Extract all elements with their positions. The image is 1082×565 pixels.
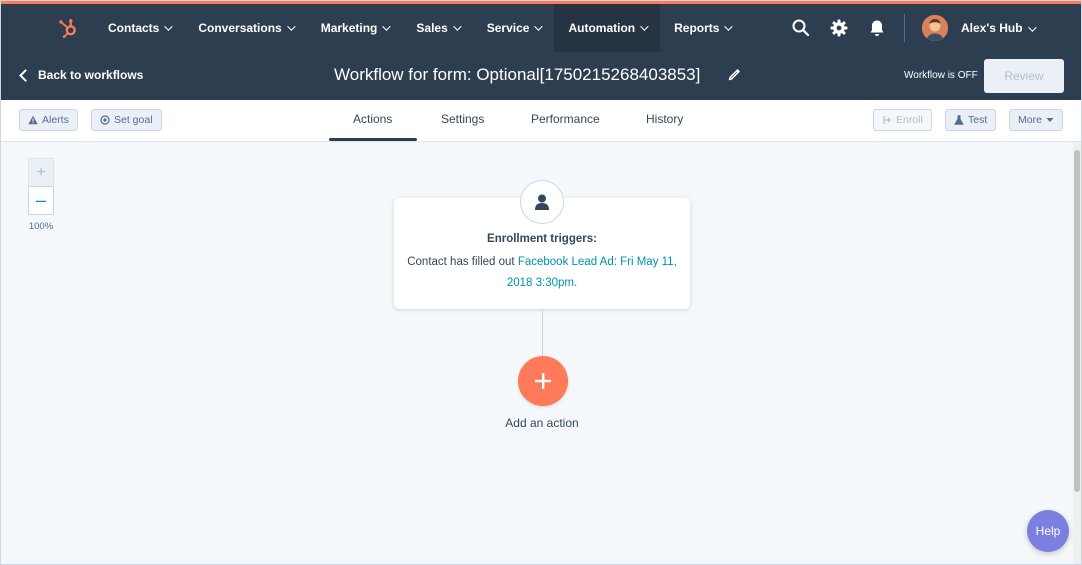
trigger-form-link[interactable]: Facebook Lead Ad: Fri May 11, 2018 3:30p…: [507, 256, 677, 289]
chevron-left-icon: [19, 68, 32, 82]
scrollbar-thumb[interactable]: [1074, 150, 1080, 492]
set-goal-button[interactable]: Set goal: [91, 109, 162, 131]
back-label: Back to workflows: [38, 68, 144, 82]
nav-reports-label: Reports: [674, 21, 720, 35]
sprocket-logo-icon[interactable]: [57, 17, 79, 39]
zoom-out-button[interactable]: –: [28, 186, 54, 215]
tab-settings[interactable]: Settings: [441, 112, 484, 126]
person-icon: [535, 194, 549, 210]
nav-service-label: Service: [486, 21, 530, 35]
tab-actions[interactable]: Actions: [353, 112, 392, 126]
nav-automation[interactable]: Automation: [554, 4, 661, 52]
nav-sales[interactable]: Sales: [402, 4, 472, 52]
trigger-description: Contact has filled out Facebook Lead Ad:…: [404, 252, 680, 294]
nav-reports[interactable]: Reports: [660, 4, 744, 52]
plus-icon: [535, 373, 551, 389]
nav-marketing[interactable]: Marketing: [307, 4, 403, 52]
contact-trigger-badge: [520, 180, 564, 224]
tab-history[interactable]: History: [646, 112, 683, 126]
trigger-title: Enrollment triggers:: [487, 233, 597, 245]
workflow-connector: [542, 309, 543, 357]
main-nav: Contacts Conversations Marketing Sales S…: [94, 4, 744, 52]
test-label: Test: [968, 114, 988, 126]
warning-icon: [28, 115, 38, 125]
nav-conversations-label: Conversations: [198, 21, 282, 35]
workflow-header: Back to workflows Workflow for form: Opt…: [1, 52, 1081, 100]
nav-marketing-label: Marketing: [320, 21, 378, 35]
active-tab-indicator: [329, 138, 417, 141]
review-button[interactable]: Review: [984, 59, 1064, 93]
nav-contacts[interactable]: Contacts: [94, 4, 184, 52]
vertical-scrollbar[interactable]: [1073, 142, 1081, 564]
tab-performance[interactable]: Performance: [531, 112, 600, 126]
workflow-canvas[interactable]: + – 100% Enrollment triggers: Contact ha…: [1, 142, 1073, 564]
avatar-face-icon: [922, 15, 948, 41]
enroll-button[interactable]: Enroll: [873, 109, 932, 131]
enroll-label: Enroll: [896, 114, 923, 126]
account-menu[interactable]: Alex's Hub: [961, 21, 1037, 35]
nav-divider: [904, 14, 905, 42]
chevron-down-icon: [534, 22, 544, 31]
back-to-workflows-link[interactable]: Back to workflows: [19, 68, 144, 82]
help-button[interactable]: Help: [1027, 510, 1069, 552]
zoom-level: 100%: [28, 221, 54, 232]
chevron-down-icon: [286, 22, 296, 31]
chevron-down-icon: [452, 22, 462, 31]
bell-icon[interactable]: [867, 18, 887, 38]
add-action-label[interactable]: Add an action: [481, 416, 603, 430]
workflow-status: Workflow is OFF: [904, 70, 978, 81]
search-icon[interactable]: [791, 18, 811, 38]
nav-conversations[interactable]: Conversations: [184, 4, 306, 52]
account-name: Alex's Hub: [961, 21, 1023, 35]
trigger-prefix: Contact has filled out: [407, 256, 518, 268]
chevron-down-icon: [640, 22, 649, 31]
workflow-title[interactable]: Workflow for form: Optional[175021526840…: [334, 65, 700, 85]
chevron-down-icon: [382, 22, 392, 31]
nav-automation-label: Automation: [568, 21, 636, 35]
workflow-toolbar: Alerts Set goal Actions Settings Perform…: [1, 100, 1081, 142]
pencil-icon[interactable]: [728, 67, 742, 81]
caret-down-icon: [1046, 118, 1054, 122]
target-icon: [100, 115, 110, 125]
chevron-down-icon: [724, 22, 734, 31]
alerts-label: Alerts: [42, 114, 69, 126]
gear-icon[interactable]: [829, 18, 849, 38]
chevron-down-icon: [164, 22, 174, 31]
more-label: More: [1018, 114, 1042, 126]
set-goal-label: Set goal: [114, 114, 153, 126]
chevron-down-icon: [1027, 23, 1037, 32]
flask-icon: [954, 115, 964, 125]
nav-contacts-label: Contacts: [108, 21, 160, 35]
test-button[interactable]: Test: [945, 109, 997, 131]
zoom-in-button[interactable]: +: [28, 158, 54, 186]
top-navigation: Contacts Conversations Marketing Sales S…: [1, 1, 1081, 52]
more-button[interactable]: More: [1009, 109, 1063, 131]
avatar[interactable]: [922, 15, 948, 41]
enroll-icon: [883, 116, 891, 124]
nav-sales-label: Sales: [416, 21, 448, 35]
nav-service[interactable]: Service: [473, 4, 555, 52]
add-action-button[interactable]: [518, 356, 568, 406]
alerts-button[interactable]: Alerts: [19, 109, 78, 131]
